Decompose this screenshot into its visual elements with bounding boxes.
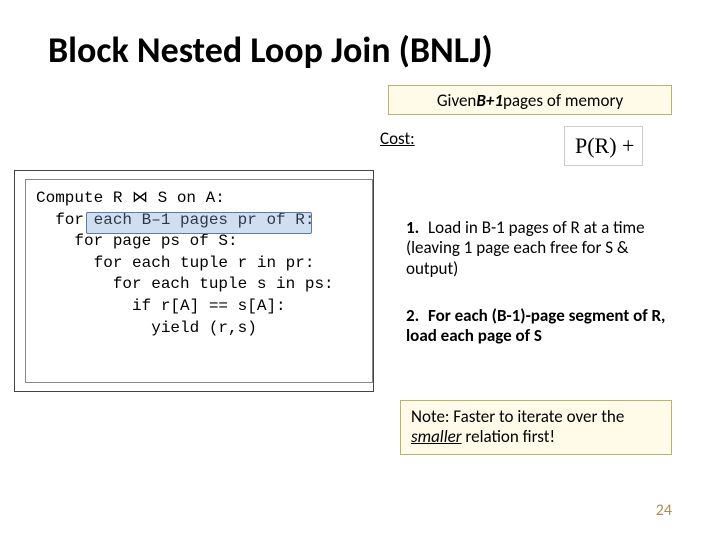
pseudocode-box: Compute R ⋈ S on A: for each B–1 pages p… bbox=[14, 170, 374, 392]
note-line2: relation first! bbox=[462, 426, 555, 447]
code-l5: for each tuple s in ps: bbox=[36, 275, 334, 293]
code-l2: for each B–1 pages pr of R: bbox=[36, 211, 314, 229]
code-l1a: Compute bbox=[36, 189, 113, 207]
note-box: Note: Faster to iterate over the smaller… bbox=[400, 400, 672, 455]
code-l3: for page ps of S: bbox=[36, 232, 238, 250]
code-l7: yield (r,s) bbox=[36, 319, 257, 337]
step-1-text: Load in B-1 pages of R at a time (leavin… bbox=[406, 217, 645, 279]
cost-label: Cost: bbox=[380, 128, 415, 149]
pseudocode: Compute R ⋈ S on A: for each B–1 pages p… bbox=[25, 179, 373, 383]
page-title: Block Nested Loop Join (BNLJ) bbox=[48, 28, 493, 72]
given-text-mid: B+1 bbox=[476, 90, 503, 111]
step-2-num: 2. bbox=[406, 306, 428, 326]
given-text-pre: Given bbox=[437, 90, 477, 111]
step-2-text: For each (B-1)-page segment of R, load e… bbox=[406, 305, 665, 346]
code-l6: if r[A] == s[A]: bbox=[36, 297, 286, 315]
cost-formula: P(R) + bbox=[564, 126, 643, 166]
step-1: 1.Load in B-1 pages of R at a time (leav… bbox=[406, 218, 671, 279]
code-l1b: R ⋈ S on A: bbox=[113, 189, 225, 207]
step-2: 2.For each (B-1)-page segment of R, load… bbox=[406, 306, 671, 347]
slide: Block Nested Loop Join (BNLJ) Given B+1 … bbox=[0, 0, 720, 540]
code-l4: for each tuple r in pr: bbox=[36, 254, 314, 272]
given-memory-box: Given B+1 pages of memory bbox=[388, 85, 672, 115]
step-1-num: 1. bbox=[406, 218, 428, 238]
note-emph: smaller bbox=[411, 426, 462, 447]
given-text-post: pages of memory bbox=[503, 90, 623, 111]
note-line1: Note: Faster to iterate over the bbox=[411, 406, 624, 427]
page-number: 24 bbox=[656, 501, 672, 520]
